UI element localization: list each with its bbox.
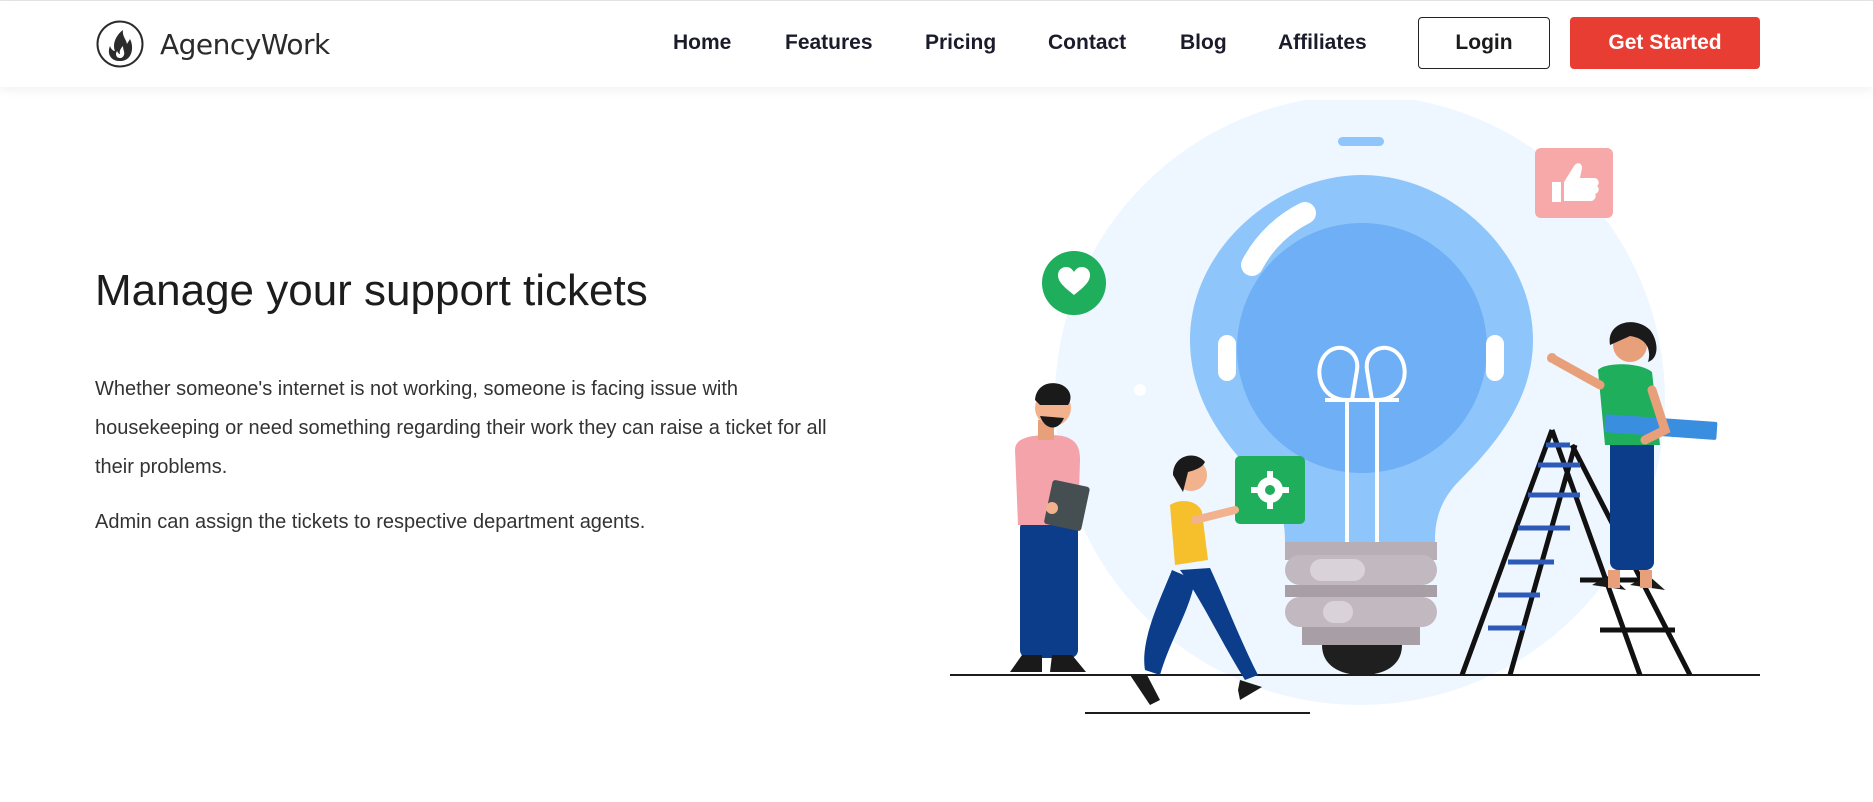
site-header: AgencyWork Home Features Pricing Contact… xyxy=(0,1,1873,87)
nav-contact[interactable]: Contact xyxy=(1048,31,1126,55)
nav-home[interactable]: Home xyxy=(673,31,731,55)
bulb-top-dash xyxy=(1338,137,1384,146)
page-title: Manage your support tickets xyxy=(95,266,648,315)
get-started-button[interactable]: Get Started xyxy=(1570,17,1760,69)
nav-features[interactable]: Features xyxy=(785,31,873,55)
login-button[interactable]: Login xyxy=(1418,17,1550,69)
hero-description-admin: Admin can assign the tickets to respecti… xyxy=(95,511,646,533)
nav-pricing[interactable]: Pricing xyxy=(925,31,996,55)
nav-affiliates[interactable]: Affiliates xyxy=(1278,31,1367,55)
brand-name: AgencyWork xyxy=(160,27,330,61)
hero-description: Whether someone's internet is not workin… xyxy=(95,378,827,478)
brand-logo[interactable]: AgencyWork xyxy=(96,20,330,68)
nav-blog[interactable]: Blog xyxy=(1180,31,1227,55)
thumbs-up-icon xyxy=(1535,148,1613,218)
heart-icon xyxy=(1042,251,1106,315)
flame-logo-icon xyxy=(96,20,144,68)
support-illustration xyxy=(950,100,1760,714)
